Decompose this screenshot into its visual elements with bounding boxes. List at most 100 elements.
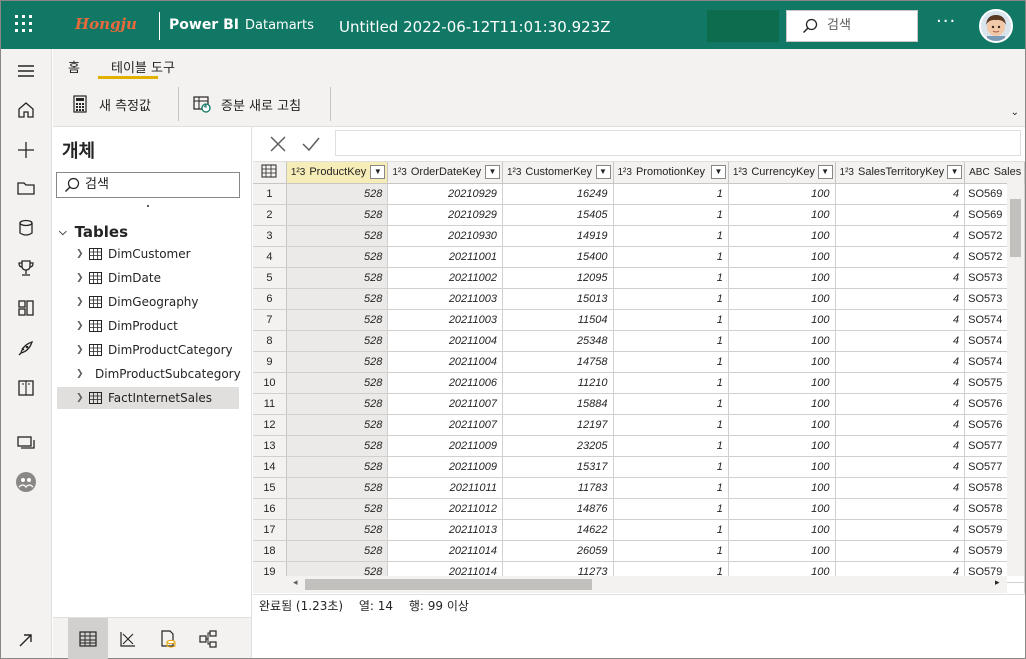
confirm-check-icon[interactable]	[301, 134, 321, 154]
table-cell[interactable]: 26059	[502, 540, 614, 562]
table-cell[interactable]: 100	[728, 204, 836, 226]
column-dropdown-icon[interactable]: ▼	[710, 165, 726, 179]
row-number[interactable]: 10	[253, 372, 287, 394]
column-dropdown-icon[interactable]: ▼	[595, 165, 611, 179]
table-cell[interactable]: 1	[613, 435, 729, 457]
table-cell[interactable]: 100	[728, 246, 836, 268]
row-number[interactable]: 16	[253, 498, 287, 520]
table-cell[interactable]: 4	[835, 456, 966, 478]
table-cell[interactable]: 20211003	[387, 309, 503, 331]
table-cell[interactable]: 100	[728, 435, 836, 457]
table-cell[interactable]: 12095	[502, 267, 614, 289]
table-cell[interactable]: 15317	[502, 456, 614, 478]
goals-trophy-icon[interactable]	[15, 257, 37, 279]
column-header[interactable]: 1²3 OrderDateKey ▼	[387, 162, 503, 184]
tables-group-header[interactable]: ⌵ Tables	[59, 223, 128, 241]
relationship-view-button[interactable]	[188, 618, 228, 659]
table-cell[interactable]: 100	[728, 267, 836, 289]
model-view-button[interactable]	[148, 618, 188, 659]
query-view-button[interactable]	[108, 618, 148, 659]
table-cell[interactable]: 528	[286, 435, 389, 457]
table-cell[interactable]: 1	[613, 519, 729, 541]
apps-icon[interactable]	[15, 297, 37, 319]
table-cell[interactable]: 4	[835, 540, 966, 562]
table-cell[interactable]: 20211012	[387, 498, 503, 520]
table-cell[interactable]: 528	[286, 456, 389, 478]
table-cell[interactable]: 100	[728, 456, 836, 478]
data-hub-icon[interactable]	[15, 217, 37, 239]
avatar[interactable]	[979, 9, 1013, 43]
table-cell[interactable]: 11504	[502, 309, 614, 331]
table-cell[interactable]: 15013	[502, 288, 614, 310]
row-number[interactable]: 15	[253, 477, 287, 499]
row-number[interactable]: 2	[253, 204, 287, 226]
document-title[interactable]: Untitled 2022-06-12T11:01:30.923Z	[339, 18, 610, 36]
column-header[interactable]: 1²3 SalesTerritoryKey ▼	[835, 162, 966, 184]
table-cell[interactable]: 4	[835, 393, 966, 415]
global-search[interactable]: 검색	[786, 10, 918, 42]
table-cell[interactable]: 14758	[502, 351, 614, 373]
table-cell[interactable]: 1	[613, 456, 729, 478]
row-number[interactable]: 8	[253, 330, 287, 352]
table-cell[interactable]: 528	[286, 519, 389, 541]
app-launcher-icon[interactable]	[15, 15, 35, 35]
workspaces-book-icon[interactable]	[15, 377, 37, 399]
ribbon-collapse-chevron-icon[interactable]: ⌄	[1011, 107, 1019, 118]
table-cell[interactable]: 20211011	[387, 477, 503, 499]
table-cell[interactable]: 15405	[502, 204, 614, 226]
table-cell[interactable]: 4	[835, 309, 966, 331]
row-number[interactable]: 12	[253, 414, 287, 436]
table-cell[interactable]: 1	[613, 414, 729, 436]
table-cell[interactable]: 528	[286, 498, 389, 520]
table-cell[interactable]: 1	[613, 351, 729, 373]
table-cell[interactable]: 4	[835, 519, 966, 541]
expand-arrow-icon[interactable]	[15, 629, 37, 651]
table-cell[interactable]: 4	[835, 246, 966, 268]
row-number[interactable]: 4	[253, 246, 287, 268]
formula-input[interactable]	[335, 130, 1021, 156]
horizontal-scrollbar[interactable]: ◂ ▸	[253, 576, 1007, 593]
table-cell[interactable]: 20211007	[387, 393, 503, 415]
row-number[interactable]: 11	[253, 393, 287, 415]
table-cell[interactable]: 14919	[502, 225, 614, 247]
home-icon[interactable]	[15, 99, 37, 121]
table-cell[interactable]: 20211004	[387, 351, 503, 373]
browse-folder-icon[interactable]	[15, 177, 37, 199]
table-cell[interactable]: 1	[613, 309, 729, 331]
scroll-right-arrow-icon[interactable]: ▸	[995, 578, 1000, 588]
table-cell[interactable]: 20211003	[387, 288, 503, 310]
table-cell[interactable]: 100	[728, 477, 836, 499]
table-cell[interactable]: 12197	[502, 414, 614, 436]
column-dropdown-icon[interactable]: ▼	[370, 165, 386, 179]
row-number[interactable]: 9	[253, 351, 287, 373]
current-workspace-icon[interactable]	[15, 471, 37, 493]
table-cell[interactable]: 11210	[502, 372, 614, 394]
table-cell[interactable]: 20210929	[387, 183, 503, 205]
column-header[interactable]: 1²3 ProductKey ▼	[286, 162, 389, 184]
tab-table-tools[interactable]: 테이블 도구	[111, 57, 175, 76]
table-cell[interactable]: 1	[613, 225, 729, 247]
table-cell[interactable]: 20211006	[387, 372, 503, 394]
table-cell[interactable]: 528	[286, 288, 389, 310]
table-cell[interactable]: 1	[613, 540, 729, 562]
select-all-corner[interactable]	[253, 162, 287, 184]
table-item[interactable]: ❯ DimGeography	[57, 291, 239, 313]
scroll-left-arrow-icon[interactable]: ◂	[293, 578, 298, 588]
scroll-thumb[interactable]	[305, 579, 592, 590]
table-cell[interactable]: 1	[613, 393, 729, 415]
objects-search-input[interactable]: 검색	[56, 172, 240, 198]
column-header[interactable]: 1²3 CustomerKey ▼	[502, 162, 614, 184]
table-cell[interactable]: 1	[613, 183, 729, 205]
table-item[interactable]: ❯ DimCustomer	[57, 243, 239, 265]
row-number[interactable]: 1	[253, 183, 287, 205]
table-cell[interactable]: 100	[728, 540, 836, 562]
table-cell[interactable]: 20211007	[387, 414, 503, 436]
table-cell[interactable]: 1	[613, 288, 729, 310]
table-cell[interactable]: 528	[286, 477, 389, 499]
table-cell[interactable]: 16249	[502, 183, 614, 205]
table-cell[interactable]: 4	[835, 225, 966, 247]
table-cell[interactable]: 528	[286, 246, 389, 268]
tab-home[interactable]: 홈	[68, 57, 80, 76]
table-cell[interactable]: 4	[835, 183, 966, 205]
new-measure-button[interactable]: 새 측정값	[71, 89, 151, 119]
